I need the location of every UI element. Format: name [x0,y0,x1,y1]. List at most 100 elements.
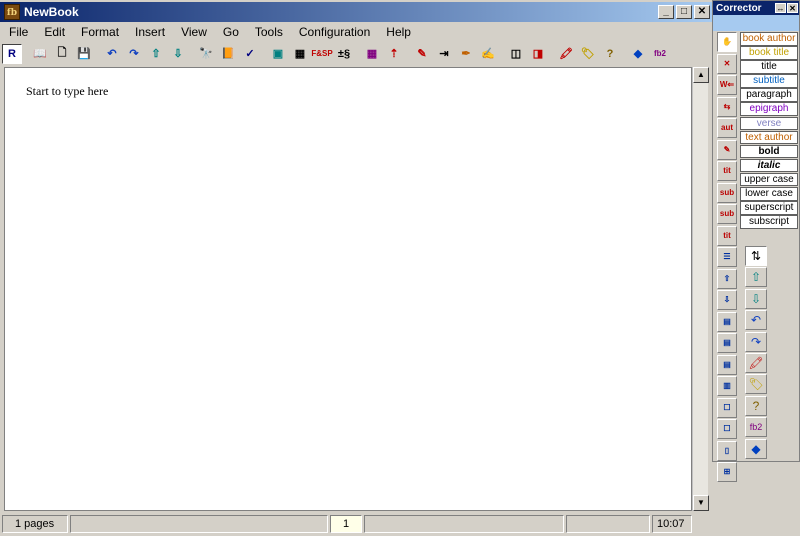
eraser-icon[interactable]: 🏷 [578,44,598,64]
insert-icon[interactable]: ⇥ [434,44,454,64]
style-button-title[interactable]: title [740,60,798,74]
validate2-icon[interactable]: ◆ [745,438,767,459]
hand-icon[interactable]: ✋ [717,32,737,52]
style-button-subtitle[interactable]: subtitle [740,74,798,88]
close-button[interactable]: ✕ [694,5,710,19]
special-chars-icon[interactable]: ±§ [334,44,354,64]
menu-bar: File Edit Format Insert View Go Tools Configura… [0,23,712,41]
list-icon[interactable]: ☰ [717,247,737,267]
editor-area[interactable]: Start to type here [4,67,692,511]
table-icon[interactable]: ▦ [290,44,310,64]
move-up-icon[interactable]: ⇧ [717,268,737,289]
window-title: NewBook [24,5,79,19]
menu-item-configuration[interactable]: Configuration [290,25,377,39]
arrow-up-icon[interactable]: ⇧ [146,44,166,64]
pen-icon[interactable]: ✒ [456,44,476,64]
corrector-close-icon[interactable]: ✕ [787,3,798,13]
reflow-icon[interactable]: ⇆ [717,96,737,117]
undo-tool-icon[interactable]: ↶ [745,310,767,331]
arrow-down-icon[interactable]: ⇩ [168,44,188,64]
section4-icon[interactable]: ▥ [717,376,737,396]
menu-item-edit[interactable]: Edit [35,25,72,39]
auto-text-icon[interactable]: aut [717,118,737,138]
book-icon[interactable]: 📙 [218,44,238,64]
pin-icon[interactable]: ↔ [775,3,786,13]
word-icon[interactable]: W⇐ [717,75,737,95]
style-button-text-author[interactable]: text author [740,130,798,145]
marker2-icon[interactable]: 🖍 [745,352,767,373]
status-bar: 1 pages 1 10:07 [2,513,710,534]
edit-icon[interactable]: ✎ [412,44,432,64]
help2-icon[interactable]: ? [745,395,767,416]
down-icon[interactable]: ⇩ [745,288,767,309]
frame2-icon[interactable]: ☐ [717,419,737,439]
scroll-up-icon[interactable]: ▲ [693,67,709,83]
style-button-bold[interactable]: bold [740,144,798,159]
maximize-button[interactable]: □ [676,5,692,19]
help-icon[interactable]: ? [600,44,620,64]
style-button-book-author[interactable]: book author [740,32,798,46]
new-document-icon[interactable]: 🗋 [52,44,72,64]
merge-icon[interactable]: ⇡ [384,44,404,64]
section2-icon[interactable]: ▤ [717,333,737,353]
move-down-icon[interactable]: ⇩ [717,290,737,310]
find-icon[interactable]: 🔭 [196,44,216,64]
html-icon[interactable]: ✍ [478,44,498,64]
tit-sub-icon[interactable]: tit [717,225,737,246]
style-buttons: book author book title title subtitle paragr… [740,32,798,229]
redo-icon[interactable]: ↷ [124,44,144,64]
style-button-lower-case[interactable]: lower case [740,187,798,201]
main-window: fb NewBook _ □ ✕ File Edit Format Insert Vie… [0,0,712,536]
menu-item-insert[interactable]: Insert [126,25,172,39]
menu-item-format[interactable]: Format [72,25,126,39]
marker-tool-icon[interactable]: ✎ [717,139,737,160]
tit-icon[interactable]: tit [717,161,737,181]
expand-icon[interactable]: ⊞ [717,462,737,482]
style-button-upper-case[interactable]: upper case [740,172,798,187]
find-replace-icon[interactable]: F&SP [311,44,332,64]
open-book-icon[interactable]: 📖 [30,44,50,64]
corrector-left-tools: ✋ ✕ W⇐ ⇆ aut ✎ tit sub sub tit ☰ ⇧ ⇩ ▤ ▤ ▤ ▥ ☐ ☐ ▯ ⊞ [717,32,737,484]
spellcheck-icon[interactable]: ✓ [240,44,260,64]
style-button-verse[interactable]: verse [740,116,798,131]
view-icon[interactable]: ◨ [528,44,548,64]
menu-item-file[interactable]: File [0,25,35,39]
minimize-button[interactable]: _ [658,5,674,19]
split-icon[interactable]: ◫ [506,44,526,64]
menu-item-go[interactable]: Go [214,25,246,39]
reader-icon[interactable]: R [2,43,22,64]
validate-icon[interactable]: ◆ [628,44,648,64]
vertical-scrollbar[interactable]: ▲ ▼ [692,67,709,511]
section3-icon[interactable]: ▤ [717,354,737,375]
style-button-superscript[interactable]: superscript [740,201,798,215]
toolbar-separator [550,44,554,64]
marker-icon[interactable]: 🖍 [556,44,576,64]
fb2-icon[interactable]: fb2 [650,44,670,64]
frame-icon[interactable]: ☐ [717,397,737,418]
section-icon[interactable]: ▤ [717,311,737,332]
menu-item-view[interactable]: View [172,25,214,39]
up-icon[interactable]: ⇧ [745,267,767,288]
image-icon[interactable]: ▣ [268,44,288,64]
style-button-book-title[interactable]: book title [740,46,798,60]
style-button-epigraph[interactable]: epigraph [740,102,798,116]
menu-item-tools[interactable]: Tools [246,25,290,39]
sub-icon[interactable]: sub [717,182,737,203]
style-button-italic[interactable]: italic [740,158,798,173]
sub-tit-icon[interactable]: sub [717,204,737,224]
fb2-tool-icon[interactable]: fb2 [745,417,767,438]
delete-icon[interactable]: ✕ [717,53,737,74]
style-button-paragraph[interactable]: paragraph [740,88,798,102]
scroll-down-icon[interactable]: ▼ [693,495,709,511]
eraser2-icon[interactable]: 🏷 [745,374,767,395]
redo-tool-icon[interactable]: ↷ [745,331,767,352]
undo-icon[interactable]: ↶ [102,44,122,64]
save-icon[interactable]: 💾 [74,44,94,64]
page-icon[interactable]: ▯ [717,440,737,461]
sort-icon[interactable]: ⇅ [745,246,767,266]
grid-icon[interactable]: ▦ [362,44,382,64]
style-button-subscript[interactable]: subscript [740,215,798,229]
corrector-panel: Corrector ↔ ✕ ✋ ✕ W⇐ ⇆ aut ✎ tit sub sub tit ☰ ⇧ ⇩ ▤ ▤… [712,0,800,482]
toolbar-separator [406,44,410,64]
menu-item-help[interactable]: Help [377,25,418,39]
